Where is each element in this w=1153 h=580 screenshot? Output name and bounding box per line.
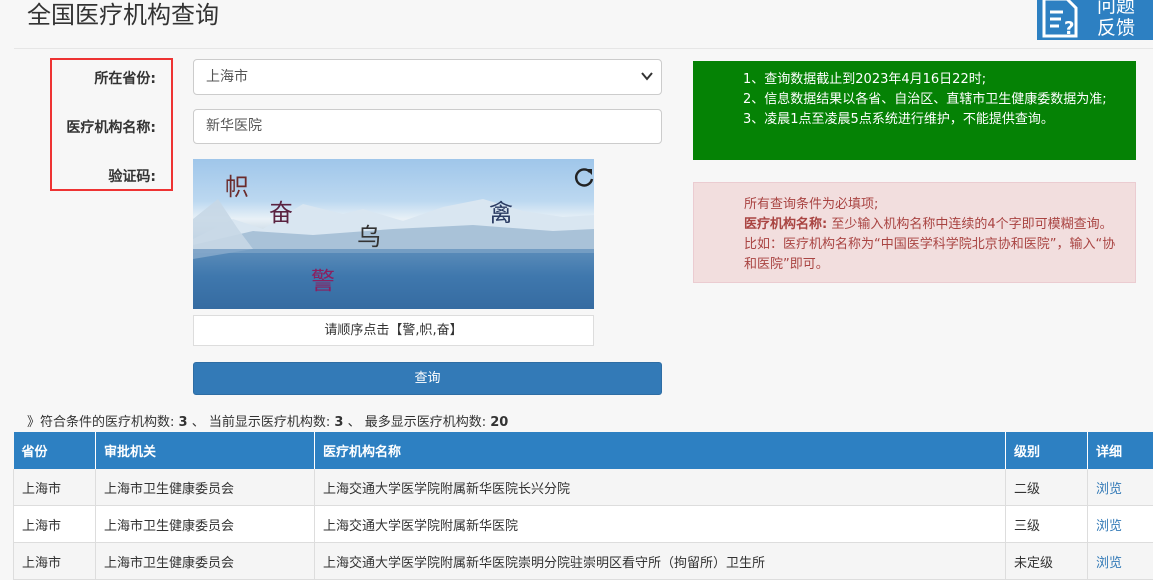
captcha-label: 验证码: (108, 166, 156, 186)
captcha-hint: 请顺序点击【警,帜,奋】 (193, 315, 594, 346)
province-selected-value: 上海市 (206, 69, 248, 85)
cell-authority: 上海市卫生健康委员会 (96, 543, 315, 580)
captcha-char-2[interactable]: 奋 (269, 193, 293, 228)
summary-sep2: 、 最多显示医疗机构数: (348, 415, 487, 430)
cell-level: 三级 (1006, 506, 1088, 543)
summary-prefix: 》符合条件的医疗机构数: (27, 415, 174, 430)
chevron-down-icon (641, 60, 653, 107)
view-details-link[interactable]: 浏览 (1096, 519, 1122, 534)
feedback-label-line2: 反馈 (1081, 17, 1151, 39)
cell-authority: 上海市卫生健康委员会 (96, 469, 315, 506)
header-province: 省份 (14, 432, 96, 469)
cell-province: 上海市 (14, 469, 96, 506)
table-row: 上海市 上海市卫生健康委员会 上海交通大学医学院附属新华医院崇明分院驻崇明区看守… (14, 543, 1153, 580)
feedback-button[interactable]: ? 问题 反馈 (1037, 0, 1153, 40)
cell-institution-name: 上海交通大学医学院附属新华医院崇明分院驻崇明区看守所（拘留所）卫生所 (315, 543, 1006, 580)
query-notice-success: 1、查询数据截止到2023年4月16日22时; 2、信息数据结果以各省、自治区、… (693, 61, 1136, 160)
query-button[interactable]: 查询 (193, 362, 662, 395)
cell-province: 上海市 (14, 543, 96, 580)
view-details-link[interactable]: 浏览 (1096, 556, 1122, 571)
summary-sep1: 、 当前显示医疗机构数: (192, 415, 331, 430)
notice-name-rule: 医疗机构名称: 至少输入机构名称中连续的4个字即可模糊查询。比如：医疗机构名称为… (744, 215, 1121, 275)
header-authority: 审批机关 (96, 432, 315, 469)
refresh-icon[interactable] (573, 166, 595, 188)
notice-line: 1、查询数据截止到2023年4月16日22时; (743, 70, 1122, 90)
notice-line: 3、凌晨1点至凌晨5点系统进行维护，不能提供查询。 (743, 110, 1122, 130)
table-row: 上海市 上海市卫生健康委员会 上海交通大学医学院附属新华医院长兴分院 二级 浏览 (14, 469, 1153, 506)
province-label: 所在省份: (94, 68, 156, 88)
cell-level: 二级 (1006, 469, 1088, 506)
header-divider (14, 48, 1153, 49)
notice-required-line: 所有查询条件为必填项; (744, 195, 1121, 215)
header-details: 详细 (1088, 432, 1153, 469)
header-institution-name: 医疗机构名称 (315, 432, 1006, 469)
results-table: 省份 审批机关 医疗机构名称 级别 详细 上海市 上海市卫生健康委员会 上海交通… (13, 432, 1153, 580)
captcha-char-4[interactable]: 禽 (489, 193, 513, 228)
captcha-char-1[interactable]: 帜 (225, 167, 249, 202)
captcha-char-5[interactable]: 警 (311, 261, 335, 296)
cell-institution-name: 上海交通大学医学院附属新华医院长兴分院 (315, 469, 1006, 506)
institution-name-input[interactable]: 新华医院 (193, 109, 662, 144)
captcha-background-landscape (193, 159, 594, 309)
captcha-char-3[interactable]: 乌 (357, 217, 381, 252)
feedback-label-line1: 问题 (1081, 0, 1151, 17)
query-notice-warning: 所有查询条件为必填项; 医疗机构名称: 至少输入机构名称中连续的4个字即可模糊查… (693, 182, 1136, 283)
notice-name-rule-label: 医疗机构名称: (744, 217, 827, 232)
svg-text:?: ? (1064, 18, 1074, 38)
cell-province: 上海市 (14, 506, 96, 543)
match-count: 3 (179, 415, 188, 430)
cell-authority: 上海市卫生健康委员会 (96, 506, 315, 543)
table-header-row: 省份 审批机关 医疗机构名称 级别 详细 (14, 432, 1153, 469)
header-level: 级别 (1006, 432, 1088, 469)
captcha-image[interactable]: 帜 奋 乌 禽 警 (193, 159, 594, 309)
result-summary: 》符合条件的医疗机构数: 3 、 当前显示医疗机构数: 3 、 最多显示医疗机构… (27, 411, 508, 430)
shown-count: 3 (334, 415, 343, 430)
view-details-link[interactable]: 浏览 (1096, 482, 1122, 497)
notice-line: 2、信息数据结果以各省、自治区、直辖市卫生健康委数据为准; (743, 90, 1122, 110)
cell-level: 未定级 (1006, 543, 1088, 580)
max-count: 20 (490, 415, 508, 430)
province-select[interactable]: 上海市 (193, 59, 662, 95)
institution-name-label: 医疗机构名称: (66, 117, 156, 137)
table-row: 上海市 上海市卫生健康委员会 上海交通大学医学院附属新华医院 三级 浏览 (14, 506, 1153, 543)
page-title: 全国医疗机构查询 (27, 0, 219, 30)
document-question-icon: ? (1037, 0, 1081, 40)
cell-institution-name: 上海交通大学医学院附属新华医院 (315, 506, 1006, 543)
